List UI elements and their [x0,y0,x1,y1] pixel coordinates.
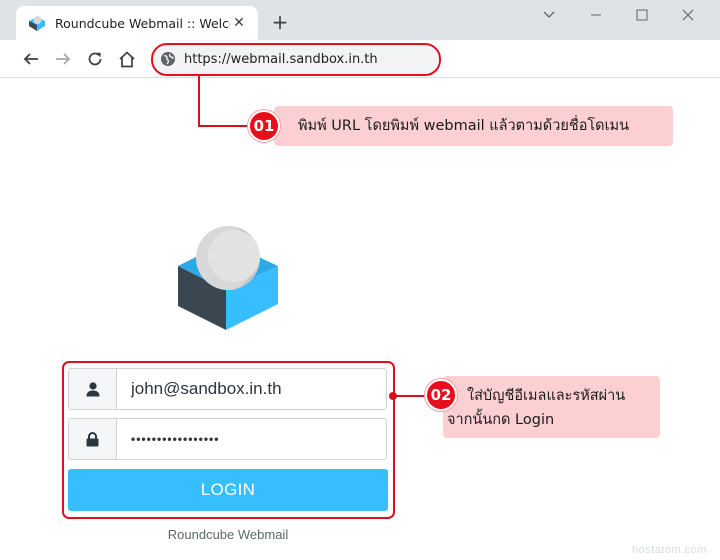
step-2-note: ใส่บัญชีอีเมลและรหัสผ่าน จากนั้นกด Login [443,376,660,438]
step-1-badge: 01 [248,110,280,142]
tab-strip: Roundcube Webmail :: Welcome ✕ + [0,0,720,40]
reload-icon[interactable] [84,48,106,70]
watermark: hostatom.com [632,544,708,556]
roundcube-footer-label: Roundcube Webmail [167,527,289,542]
step-1-note: พิมพ์ URL โดยพิมพ์ webmail แล้วตามด้วยชื… [274,106,673,146]
step-2-text-line2: จากนั้นกด Login [447,412,555,428]
minimize-icon[interactable] [583,4,609,26]
roundcube-logo [172,226,282,332]
connector-line-1-horizontal [198,125,250,127]
home-icon[interactable] [116,48,138,70]
url-highlight-box [151,43,441,76]
roundcube-favicon-icon [28,14,46,32]
step-2-badge: 02 [425,379,457,411]
back-arrow-icon[interactable] [20,48,42,70]
step-2-text-line1: ใส่บัญชีอีเมลและรหัสผ่าน [467,388,626,404]
tab-title: Roundcube Webmail :: Welcome [55,15,230,31]
tab-search-chevron-icon[interactable] [536,4,562,26]
connector-line-2 [395,395,429,397]
forward-arrow-icon[interactable] [52,48,74,70]
close-window-icon[interactable] [675,4,701,26]
tab-close-icon[interactable]: ✕ [230,14,248,32]
connector-line-1-vertical [198,76,200,127]
connector-dot-2 [389,392,397,400]
new-tab-button[interactable]: + [268,10,292,34]
maximize-icon[interactable] [629,4,655,26]
browser-tab[interactable]: Roundcube Webmail :: Welcome ✕ [16,6,258,40]
login-form-highlight-box [62,361,395,519]
step-1-text: พิมพ์ URL โดยพิมพ์ webmail แล้วตามด้วยชื… [298,118,630,134]
